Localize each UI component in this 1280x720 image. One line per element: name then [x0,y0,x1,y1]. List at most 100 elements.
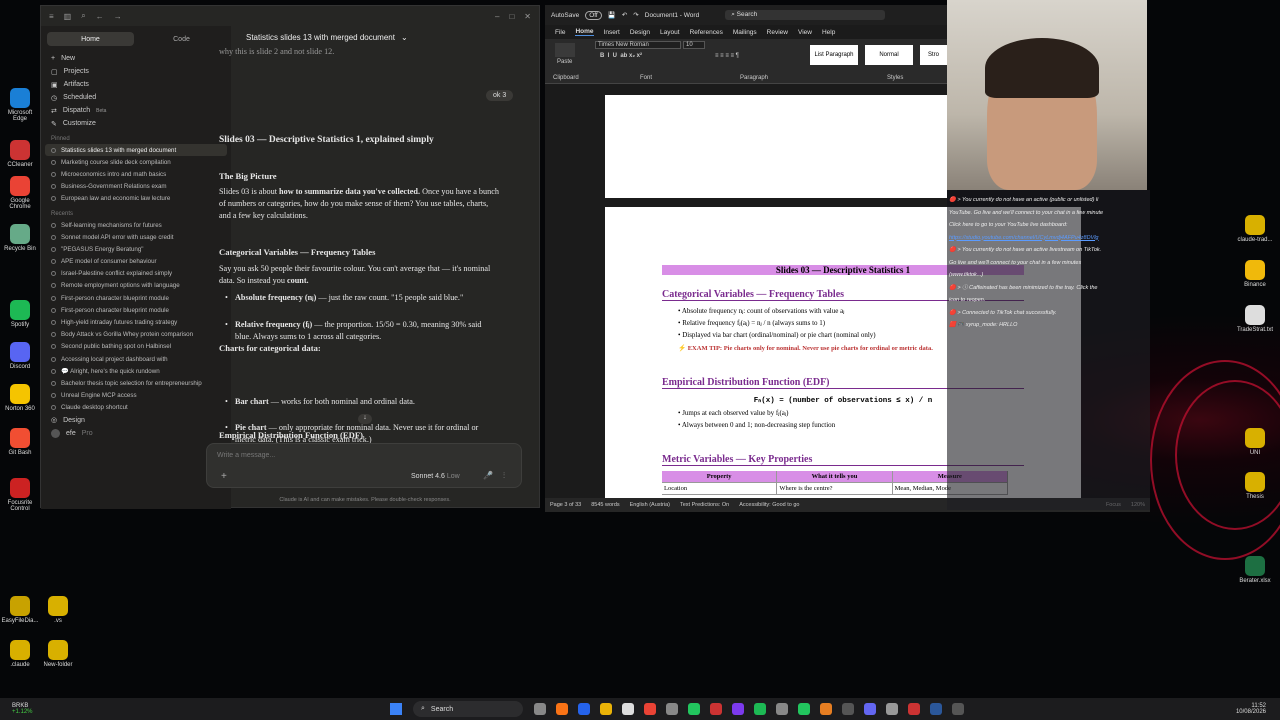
desktop-icon[interactable]: Focusrite Control [0,478,40,512]
menu-mailings[interactable]: Mailings [733,29,757,36]
clock[interactable]: 11:52 10/08/2026 [1236,703,1266,715]
paste-button[interactable]: Paste [557,59,572,65]
desktop-icon[interactable]: EasyFileDia... [0,596,40,624]
sidebar-item-new[interactable]: + New [41,52,231,65]
desktop-icon[interactable]: .vs [38,596,78,624]
tab-code[interactable]: Code [138,32,225,46]
desktop-icon[interactable]: claude-trad... [1235,215,1275,243]
desktop-icon[interactable]: .claude [0,640,40,668]
tab-home[interactable]: Home [47,32,134,46]
taskbar-app-icon[interactable] [886,703,898,715]
style-list-paragraph[interactable]: List Paragraph [810,45,858,65]
chat-title[interactable]: Statistics slides 13 with merged documen… [246,33,395,42]
sidebar-toggle-icon[interactable]: ▥ [64,12,72,21]
recent-chat[interactable]: High-yield intraday futures trading stra… [41,316,231,328]
redo-icon[interactable]: ↷ [633,11,638,19]
status-item[interactable]: Text Predictions: On [680,502,729,508]
style-normal[interactable]: Normal [865,45,913,65]
menu-layout[interactable]: Layout [660,29,680,36]
recent-chat[interactable]: Accessing local project dashboard with [41,353,231,365]
maximize-icon[interactable]: □ [509,12,514,21]
taskbar-app-icon[interactable] [732,703,744,715]
back-icon[interactable]: ← [96,12,104,21]
search-icon[interactable]: ⌕ [81,11,85,21]
sidebar-item-artifacts[interactable]: ▣ Artifacts [41,78,231,91]
taskbar-app-icon[interactable] [600,703,612,715]
start-icon[interactable] [390,703,402,715]
chevron-down-icon[interactable]: ⌄ [401,33,408,42]
taskbar-app-icon[interactable] [688,703,700,715]
paragraph-buttons[interactable]: ≡ ≡ ≡ ≡ ¶ [715,53,739,59]
menu-icon[interactable]: ≡ [49,12,54,21]
menu-insert[interactable]: Insert [604,29,620,36]
sidebar-item-dispatch[interactable]: ⇄ Dispatch Beta [41,104,231,117]
taskbar-app-icon[interactable] [930,703,942,715]
taskbar-app-icon[interactable] [534,703,546,715]
pinned-chat[interactable]: Marketing course slide deck compilation [41,156,231,168]
font-size-select[interactable]: 10 [683,41,705,49]
sidebar-item-projects[interactable]: ▢ Projects [41,65,231,78]
taskbar-app-icon[interactable] [798,703,810,715]
style-strong[interactable]: Stro [920,45,947,65]
pinned-chat[interactable]: Microeconomics intro and math basics [41,168,231,180]
taskbar-app-icon[interactable] [952,703,964,715]
font-name-select[interactable]: Times New Roman [595,41,681,49]
desktop-icon[interactable]: Git Bash [0,428,40,456]
menu-design[interactable]: Design [630,29,650,36]
user-menu[interactable]: efe Pro [41,427,231,440]
taskbar-app-icon[interactable] [710,703,722,715]
recent-chat[interactable]: Self-learning mechanisms for futures [41,219,231,231]
recent-chat[interactable]: First-person character blueprint module [41,304,231,316]
taskbar-app-icon[interactable] [776,703,788,715]
desktop-icon[interactable]: Google Chrome [0,176,40,210]
desktop-icon[interactable]: Binance [1235,260,1275,288]
autosave-toggle[interactable]: Off [585,10,602,20]
save-icon[interactable]: 💾 [608,11,616,19]
status-item[interactable]: 8545 words [591,502,619,508]
menu-references[interactable]: References [690,29,723,36]
menu-review[interactable]: Review [767,29,788,36]
taskbar-app-icon[interactable] [820,703,832,715]
status-item[interactable]: Page 3 of 33 [550,502,581,508]
menu-help[interactable]: Help [822,29,835,36]
taskbar-app-icon[interactable] [842,703,854,715]
scroll-down-button[interactable]: ↓ [358,414,372,424]
voice-icon[interactable]: ⫶ [503,471,505,481]
sidebar-item-scheduled[interactable]: ◷ Scheduled [41,91,231,104]
menu-view[interactable]: View [798,29,812,36]
taskbar-app-icon[interactable] [556,703,568,715]
desktop-icon[interactable]: Norton 360 [0,384,40,412]
desktop-icon[interactable]: Berater.xlsx [1235,556,1275,584]
bold-button[interactable]: B I U ab x₂ x² [600,53,642,59]
undo-icon[interactable]: ↶ [622,11,627,19]
recent-chat[interactable]: "PEGASUS Energy Beratung" [41,243,231,255]
pinned-chat[interactable]: European law and economic law lecture [41,193,231,205]
taskbar-app-icon[interactable] [644,703,656,715]
desktop-icon[interactable]: UNI [1235,428,1275,456]
recent-chat[interactable]: APE model of consumer behaviour [41,256,231,268]
message-input[interactable]: Write a message... [217,452,275,459]
microphone-icon[interactable]: 🎤 [483,471,493,480]
taskbar-app-icon[interactable] [864,703,876,715]
desktop-icon[interactable]: CCleaner [0,140,40,168]
forward-icon[interactable]: → [114,12,122,21]
desktop-icon[interactable]: Spotify [0,300,40,328]
recent-chat[interactable]: Remote employment options with language [41,280,231,292]
status-item[interactable]: Accessibility: Good to go [739,502,799,508]
recent-chat[interactable]: Sonnet model API error with usage credit [41,231,231,243]
recent-chat[interactable]: 💬 Alright, here's the quick rundown [41,365,231,377]
taskbar-app-icon[interactable] [578,703,590,715]
recent-chat[interactable]: Body Attack vs Gorilla Whey protein comp… [41,329,231,341]
model-selector[interactable]: Sonnet 4.6 Low [411,473,460,480]
desktop-icon[interactable]: Recycle Bin [0,224,40,252]
close-icon[interactable]: ✕ [524,12,531,21]
menu-file[interactable]: File [555,29,565,36]
taskbar-app-icon[interactable] [622,703,634,715]
desktop-icon[interactable]: Discord [0,342,40,370]
pinned-chat[interactable]: Business-Government Relations exam [41,181,231,193]
taskbar-app-icon[interactable] [754,703,766,715]
stock-widget[interactable]: BRKB +1.12% [12,703,52,715]
paste-icon[interactable] [555,43,575,57]
recent-chat[interactable]: First-person character blueprint module [41,292,231,304]
taskbar-app-icon[interactable] [908,703,920,715]
